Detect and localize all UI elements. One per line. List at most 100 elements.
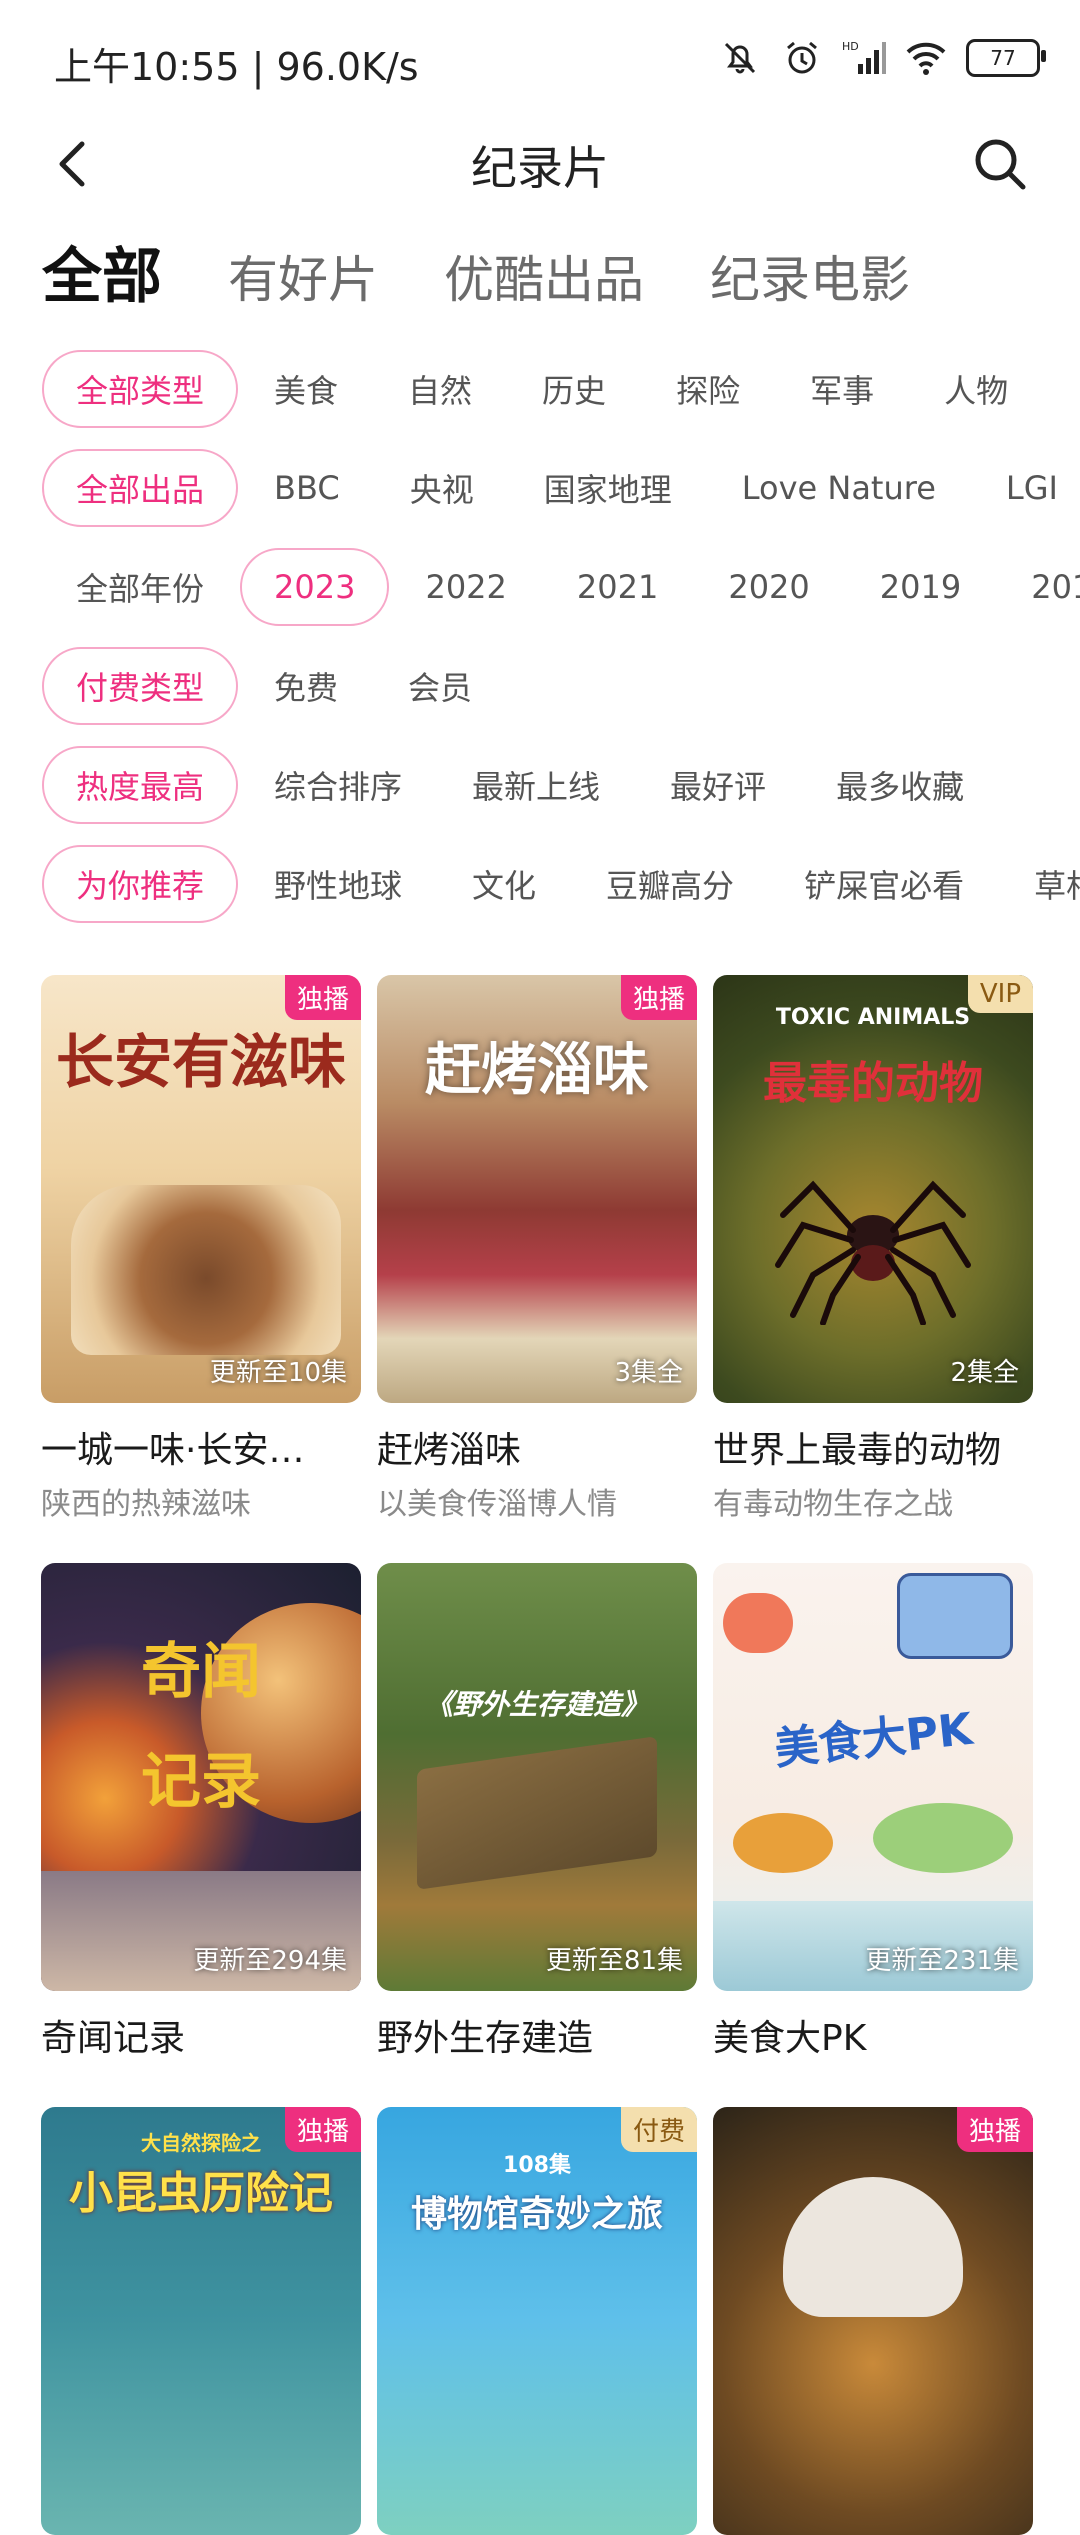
documentary-card[interactable]: 大自然探险之 小昆虫历险记 独播 (41, 2107, 361, 2535)
poster-title: 美食大PK (772, 1703, 975, 1776)
documentary-card[interactable]: 108集 博物馆奇妙之旅 付费 (377, 2107, 697, 2535)
filter-chip[interactable]: 国家地理 (510, 449, 706, 527)
card-subtitle: 陕西的热辣滋味 (41, 1487, 251, 1522)
episode-count: 更新至294集 (193, 1946, 347, 1976)
poster-image[interactable]: 大自然探险之 小昆虫历险记 独播 (41, 2107, 361, 2535)
filter-chip[interactable]: 野性地球 (240, 845, 436, 923)
poster-image[interactable]: 奇闻 记录 更新至294集 (41, 1563, 361, 1991)
top-bar: 纪录片 (0, 120, 1080, 208)
filter-chip[interactable]: Love Nature (708, 449, 970, 527)
filter-chip[interactable]: 军事 (776, 350, 908, 428)
poster-title: 长安有滋味 (55, 1028, 346, 1096)
signal-icon: HD (842, 36, 886, 80)
filter-chip[interactable]: 宇 (1044, 350, 1080, 428)
poster-image[interactable]: TOXIC ANIMALS 最毒的动物 VIP 2集全 (713, 975, 1033, 1403)
filter-chip[interactable]: 铲屎官必看 (770, 845, 998, 923)
filter-row-recommend: 为你推荐 野性地球 文化 豆瓣高分 铲屎官必看 草相 (42, 843, 1080, 925)
filter-chip[interactable]: 2021 (543, 548, 692, 626)
documentary-card[interactable]: 独播 (713, 2107, 1033, 2535)
dish-illustration (873, 1803, 1013, 1873)
filter-chip[interactable]: 全部类型 (42, 350, 239, 428)
filter-row-year: 全部年份 2023 2022 2021 2020 2019 2018 (42, 546, 1080, 628)
poster-image[interactable]: 美食大PK 更新至231集 (713, 1563, 1033, 1991)
filter-chip[interactable]: 全部年份 (42, 548, 238, 626)
filter-chip[interactable]: 探险 (642, 350, 774, 428)
episode-count: 更新至231集 (865, 1946, 1019, 1976)
vip-badge: VIP (967, 975, 1033, 1013)
poster-title: 《野外生存建造》 (424, 1688, 649, 1721)
poster-image[interactable]: 108集 博物馆奇妙之旅 付费 (377, 2107, 697, 2535)
filter-row-type: 全部类型 美食 自然 历史 探险 军事 人物 宇 (42, 348, 1080, 430)
card-subtitle: 有毒动物生存之战 (713, 1487, 953, 1522)
poster-image[interactable]: 赶烤淄味 独播 3集全 (377, 975, 697, 1403)
poster-title-line2: 记录 (141, 1747, 261, 1817)
status-time: 上午10:55 | 96.0K/s (54, 45, 419, 89)
documentary-card[interactable]: 美食大PK 更新至231集 美食大PK (713, 1563, 1033, 2061)
shelter-illustration (417, 1736, 657, 1890)
filter-chip[interactable]: 2019 (846, 548, 995, 626)
filter-chip[interactable]: 豆瓣高分 (572, 845, 768, 923)
status-icons: HD 77 (718, 36, 1046, 80)
episode-count: 3集全 (614, 1358, 683, 1388)
search-icon[interactable] (970, 134, 1030, 194)
tab-good-films[interactable]: 有好片 (228, 240, 378, 312)
spider-illustration (775, 1180, 971, 1325)
filter-panel: 全部类型 美食 自然 历史 探险 军事 人物 宇 全部出品 BBC 央视 国家地… (42, 348, 1080, 942)
filter-chip[interactable]: 美食 (240, 350, 372, 428)
card-title: 野外生存建造 (377, 2018, 594, 2059)
status-bar: 上午10:55 | 96.0K/s HD 77 (0, 0, 1080, 120)
documentary-card[interactable]: 《野外生存建造》 更新至81集 野外生存建造 (377, 1563, 697, 2061)
exclusive-badge: 独播 (620, 975, 697, 1020)
filter-row-producer: 全部出品 BBC 央视 国家地理 Love Nature LGI (42, 447, 1080, 529)
svg-text:HD: HD (842, 40, 859, 53)
tab-all[interactable]: 全部 (42, 228, 162, 315)
filter-chip[interactable]: 最多收藏 (802, 746, 998, 824)
poster-title: 赶烤淄味 (425, 1037, 649, 1103)
documentary-card[interactable]: 赶烤淄味 独播 3集全 赶烤淄味 以美食传淄博人情 (377, 975, 697, 1523)
filter-chip[interactable]: 自然 (374, 350, 506, 428)
poster-image[interactable]: 《野外生存建造》 更新至81集 (377, 1563, 697, 1991)
documentary-card[interactable]: TOXIC ANIMALS 最毒的动物 VIP 2集全 世界上最毒的动物 有毒动… (713, 975, 1033, 1523)
filter-chip[interactable]: 为你推荐 (42, 845, 239, 923)
exclusive-badge: 独播 (956, 2107, 1033, 2152)
filter-chip[interactable]: 历史 (508, 350, 640, 428)
filter-chip[interactable]: 热度最高 (42, 746, 239, 824)
roast-chicken-illustration (733, 1813, 833, 1873)
filter-chip[interactable]: 2020 (694, 548, 843, 626)
wifi-icon (904, 36, 948, 80)
skewer-illustration (897, 1573, 1013, 1659)
tab-youku-original[interactable]: 优酷出品 (444, 240, 644, 312)
filter-chip[interactable]: 2022 (391, 548, 540, 626)
filter-chip[interactable]: 央视 (376, 449, 508, 527)
exclusive-badge: 独播 (284, 2107, 361, 2152)
card-title: 一城一味·长安… (41, 1430, 305, 1471)
poster-image[interactable]: 独播 (713, 2107, 1033, 2535)
filter-chip[interactable]: LGI (972, 449, 1080, 527)
filter-chip[interactable]: 全部出品 (42, 449, 239, 527)
food-illustration (71, 1185, 341, 1355)
filter-row-sort: 热度最高 综合排序 最新上线 最好评 最多收藏 (42, 744, 1080, 826)
filter-chip[interactable]: 付费类型 (42, 647, 239, 725)
filter-chip[interactable]: 人物 (910, 350, 1042, 428)
filter-chip[interactable]: 最新上线 (438, 746, 634, 824)
documentary-card[interactable]: 奇闻 记录 更新至294集 奇闻记录 (41, 1563, 361, 2061)
episode-count: 更新至81集 (545, 1946, 683, 1976)
tab-documentary-movies[interactable]: 纪录电影 (710, 240, 910, 312)
poster-title: 最毒的动物 (763, 1058, 983, 1109)
filter-chip[interactable]: 2018 (997, 548, 1080, 626)
filter-chip[interactable]: BBC (240, 449, 374, 527)
filter-chip[interactable]: 最好评 (636, 746, 800, 824)
documentary-card[interactable]: 长安有滋味 独播 更新至10集 一城一味·长安… 陕西的热辣滋味 (41, 975, 361, 1523)
filter-chip[interactable]: 会员 (374, 647, 506, 725)
card-subtitle: 以美食传淄博人情 (377, 1487, 617, 1522)
filter-chip[interactable]: 文化 (438, 845, 570, 923)
poster-image[interactable]: 长安有滋味 独播 更新至10集 (41, 975, 361, 1403)
exclusive-badge: 独播 (284, 975, 361, 1020)
poster-title: 博物馆奇妙之旅 (410, 2194, 663, 2235)
mute-bell-icon (718, 36, 762, 80)
filter-chip[interactable]: 综合排序 (240, 746, 436, 824)
filter-chip[interactable]: 草相 (1000, 845, 1080, 923)
filter-chip[interactable]: 免费 (240, 647, 372, 725)
episode-count: 2集全 (950, 1358, 1019, 1388)
filter-chip[interactable]: 2023 (240, 548, 390, 626)
